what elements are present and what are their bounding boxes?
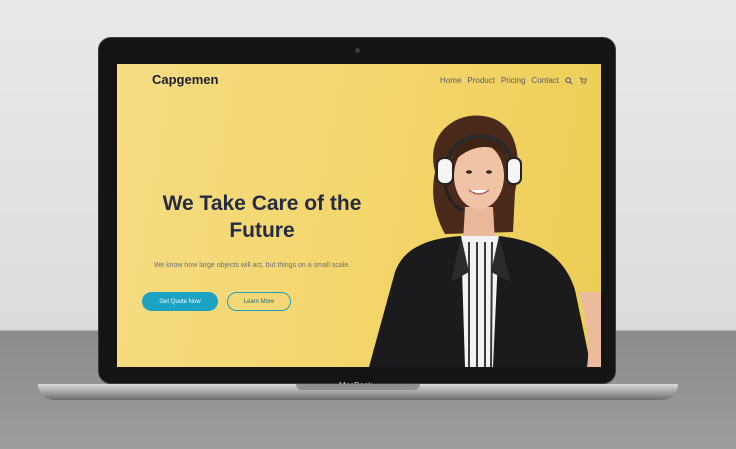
learn-more-button[interactable]: Learn More (227, 292, 291, 311)
search-icon[interactable] (565, 76, 573, 85)
hero-subtitle: We know how large objects will act, but … (153, 262, 351, 269)
laptop-notch (296, 384, 420, 390)
nav-item-home[interactable]: Home (440, 76, 461, 85)
hero-title-line1: We Take Care of the (162, 192, 362, 215)
laptop-base (38, 384, 678, 400)
hero-title: We Take Care of the Future (137, 190, 387, 244)
hero-title-line2: Future (229, 219, 295, 242)
support-agent-photo (369, 115, 601, 367)
nav-item-contact[interactable]: Contact (531, 76, 559, 85)
cart-icon[interactable] (579, 76, 587, 85)
nav-item-product[interactable]: Product (467, 76, 495, 85)
website-screen: Capgemen Home Product Pricing Contact We… (117, 64, 601, 367)
laptop-lid: Capgemen Home Product Pricing Contact We… (98, 37, 616, 390)
nav-item-pricing[interactable]: Pricing (501, 76, 525, 85)
get-quote-button[interactable]: Get Quote Now (142, 292, 218, 311)
site-logo[interactable]: Capgemen (152, 72, 218, 87)
camera-dot (355, 48, 360, 53)
main-nav: Home Product Pricing Contact (440, 76, 587, 85)
